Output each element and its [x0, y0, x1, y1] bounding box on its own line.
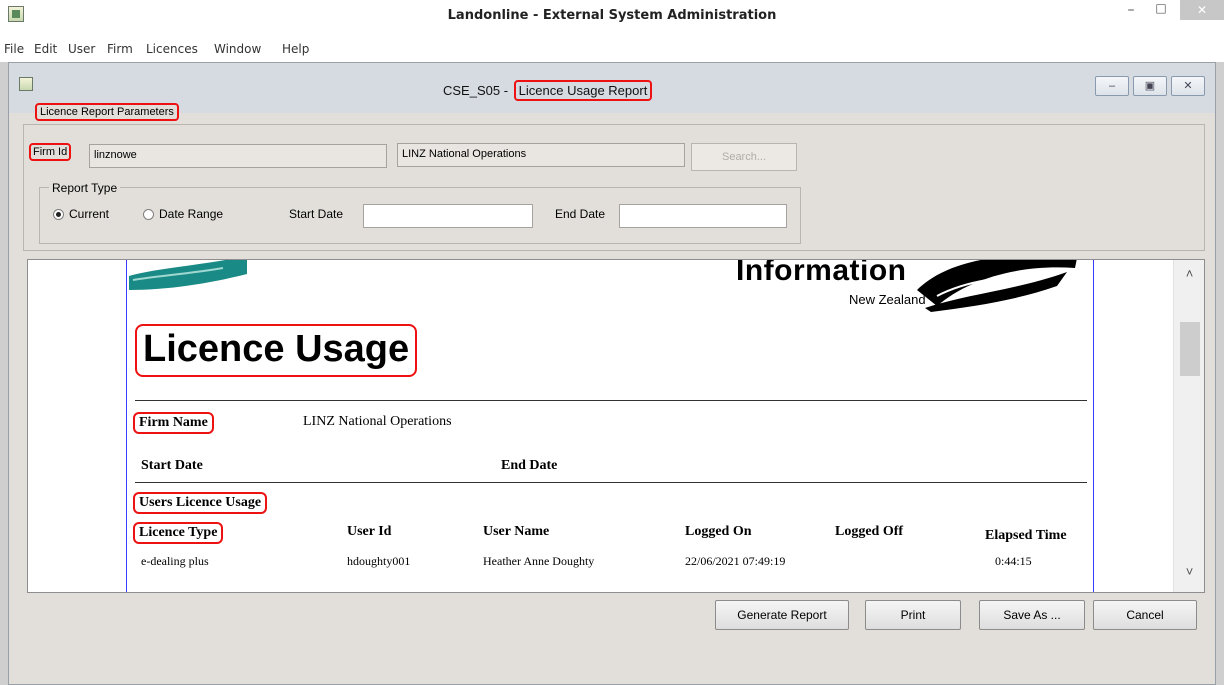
print-button[interactable]: Print: [865, 600, 961, 630]
column-user-name: User Name: [483, 524, 550, 539]
maximize-button[interactable]: □: [1148, 1, 1174, 23]
radio-current[interactable]: [53, 209, 64, 220]
users-licence-usage-heading: Users Licence Usage: [133, 492, 268, 514]
column-logged-off: Logged Off: [835, 524, 904, 539]
licence-usage-report-window: CSE_S05 - Licence Usage Report – ▣ ✕ Lic…: [8, 62, 1216, 685]
child-restore-button[interactable]: ▣: [1133, 76, 1167, 96]
firm-name-value: LINZ National Operations: [303, 414, 452, 429]
row-user-id: hdoughty001: [347, 554, 411, 568]
radio-date-range[interactable]: [143, 209, 154, 220]
menu-licences[interactable]: Licences: [146, 42, 198, 56]
child-close-button[interactable]: ✕: [1171, 76, 1205, 96]
radio-date-range-label[interactable]: Date Range: [159, 207, 223, 221]
end-date-label: End Date: [555, 207, 606, 221]
mdi-workspace: CSE_S05 - Licence Usage Report – ▣ ✕ Lic…: [0, 62, 1224, 685]
menu-help[interactable]: Help: [282, 42, 309, 56]
column-licence-type: Licence Type: [133, 522, 224, 544]
scroll-up-arrow-icon[interactable]: ˄: [1174, 266, 1204, 286]
report-type-legend: Report Type: [49, 181, 121, 195]
report-page: Information New Zealand Licence Usage Fi…: [126, 259, 1094, 592]
child-minimize-button[interactable]: –: [1095, 76, 1129, 96]
generate-report-button[interactable]: Generate Report: [715, 600, 849, 630]
child-title-main: Licence Usage Report: [513, 80, 653, 101]
row-elapsed-time: 0:44:15: [995, 554, 1032, 568]
report-title: Licence Usage: [135, 324, 418, 377]
radio-current-label[interactable]: Current: [69, 207, 109, 221]
column-logged-on: Logged On: [685, 524, 752, 539]
child-titlebar: CSE_S05 - Licence Usage Report – ▣ ✕: [9, 63, 1215, 113]
menubar: File Edit User Firm Licences Window Help: [0, 38, 1224, 60]
menu-window[interactable]: Window: [214, 42, 261, 56]
menu-edit[interactable]: Edit: [34, 42, 57, 56]
end-date-input[interactable]: [619, 204, 787, 228]
logo-text: Information: [736, 259, 907, 287]
firm-id-label: Firm Id: [29, 143, 72, 161]
scroll-thumb[interactable]: [1180, 322, 1200, 376]
child-title-prefix: CSE_S05 -: [443, 83, 509, 98]
save-as-button[interactable]: Save As ...: [979, 600, 1085, 630]
end-date-heading: End Date: [501, 458, 558, 473]
child-title: CSE_S05 - Licence Usage Report: [443, 80, 653, 101]
app-titlebar: Landonline - External System Administrat…: [0, 0, 1224, 36]
row-licence-type: e-dealing plus: [141, 554, 209, 568]
start-date-heading: Start Date: [141, 458, 203, 473]
divider-1: [135, 400, 1087, 401]
menu-firm[interactable]: Firm: [107, 42, 133, 56]
cancel-button[interactable]: Cancel: [1093, 600, 1197, 630]
row-user-name: Heather Anne Doughty: [483, 554, 595, 568]
menu-file[interactable]: File: [4, 42, 24, 56]
minimize-button[interactable]: –: [1118, 2, 1144, 24]
firm-id-field[interactable]: linznowe: [89, 144, 387, 168]
scroll-down-arrow-icon[interactable]: ˅: [1174, 564, 1204, 584]
menu-user[interactable]: User: [68, 42, 95, 56]
report-viewer[interactable]: Information New Zealand Licence Usage Fi…: [27, 259, 1205, 593]
column-user-id: User Id: [347, 524, 392, 539]
row-logged-on: 22/06/2021 07:49:19: [685, 554, 786, 568]
close-button[interactable]: ✕: [1180, 0, 1224, 20]
parameters-legend: Licence Report Parameters: [35, 103, 179, 121]
start-date-label: Start Date: [289, 207, 344, 221]
column-elapsed-time: Elapsed Time: [985, 528, 1067, 543]
start-date-input[interactable]: [363, 204, 533, 228]
firm-name-field: LINZ National Operations: [397, 143, 685, 167]
child-window-icon: [19, 77, 33, 91]
search-button[interactable]: Search...: [691, 143, 797, 171]
firm-name-label: Firm Name: [133, 412, 214, 434]
app-title: Landonline - External System Administrat…: [447, 8, 777, 23]
linz-logo-graphic: [129, 260, 247, 290]
app-window: Landonline - External System Administrat…: [0, 0, 1224, 685]
report-vertical-scrollbar[interactable]: ˄ ˅: [1173, 260, 1204, 592]
divider-2: [135, 482, 1087, 483]
logo-subtext: New Zealand: [849, 292, 926, 307]
logo-swirl-graphic: [917, 260, 1077, 312]
